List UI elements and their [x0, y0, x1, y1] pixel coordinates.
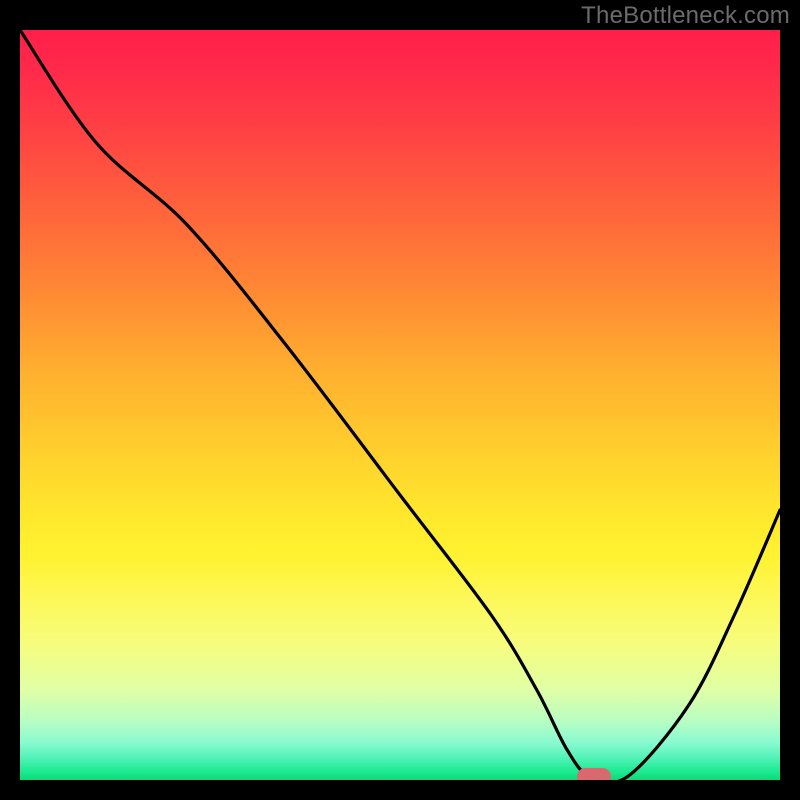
chart-frame: TheBottleneck.com — [0, 0, 800, 800]
watermark-text: TheBottleneck.com — [581, 2, 790, 30]
optimal-marker — [577, 768, 611, 780]
bottleneck-curve — [20, 30, 780, 780]
plot-area — [20, 30, 780, 780]
